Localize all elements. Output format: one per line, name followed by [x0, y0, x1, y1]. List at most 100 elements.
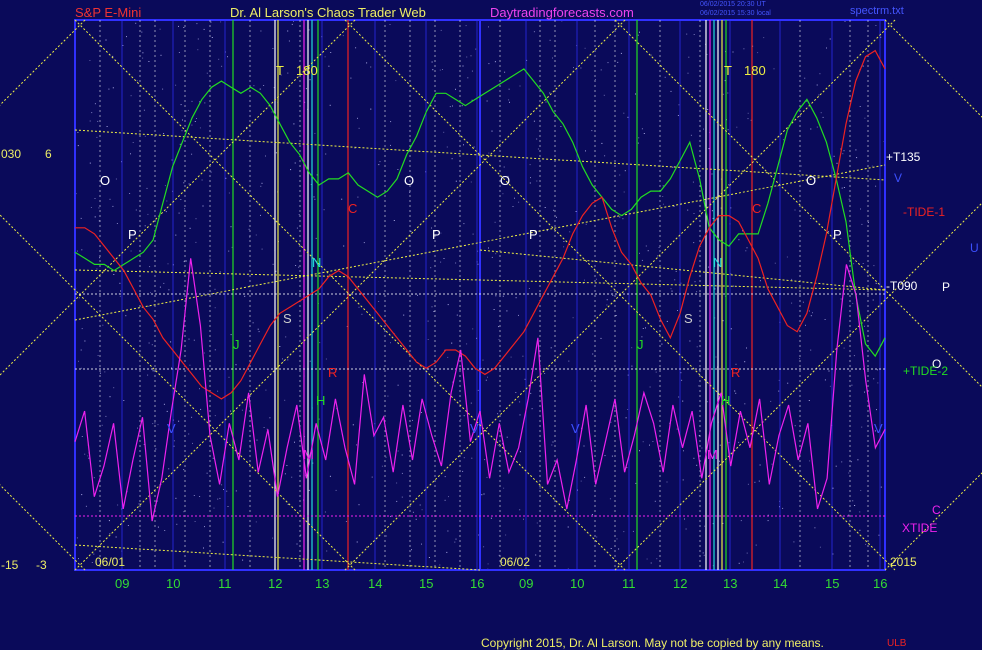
noise-dot — [115, 536, 117, 538]
noise-dot — [614, 407, 616, 409]
noise-dot — [444, 476, 446, 478]
noise-dot — [147, 374, 149, 376]
noise-dot — [386, 535, 387, 537]
noise-dot — [371, 476, 373, 478]
noise-dot — [715, 356, 717, 358]
noise-dot — [219, 271, 221, 273]
noise-dot — [256, 439, 258, 441]
noise-dot — [401, 472, 403, 474]
noise-dot — [130, 95, 132, 97]
noise-dot — [782, 507, 784, 509]
noise-dot — [463, 415, 465, 417]
noise-dot — [178, 52, 180, 53]
noise-dot — [502, 193, 504, 195]
noise-dot — [638, 137, 640, 139]
noise-dot — [670, 90, 672, 92]
noise-dot — [693, 242, 695, 244]
noise-dot — [214, 307, 216, 309]
noise-dot — [147, 213, 149, 215]
noise-dot — [261, 182, 263, 184]
noise-dot — [804, 77, 806, 79]
timestamp-ut: 06/02/2015 20:30 UT — [700, 1, 766, 8]
noise-dot — [545, 101, 547, 103]
noise-dot — [670, 288, 672, 290]
noise-dot — [214, 288, 216, 290]
noise-dot — [531, 408, 533, 410]
noise-dot — [855, 149, 857, 151]
noise-dot — [859, 106, 861, 107]
event-marker-s: S — [283, 311, 292, 326]
noise-dot — [760, 280, 761, 282]
noise-dot — [363, 242, 365, 244]
noise-dot — [409, 139, 411, 141]
noise-dot — [509, 101, 510, 103]
noise-dot — [601, 142, 603, 144]
noise-dot — [684, 518, 685, 520]
noise-dot — [217, 498, 219, 500]
noise-dot — [120, 290, 121, 292]
noise-dot — [217, 390, 219, 392]
event-marker-t: T — [276, 63, 284, 78]
noise-dot — [701, 447, 703, 449]
noise-dot — [91, 562, 93, 563]
noise-dot — [119, 295, 121, 297]
noise-dot — [178, 420, 180, 422]
noise-dot — [877, 382, 879, 384]
noise-dot — [757, 52, 759, 54]
noise-dot — [282, 360, 284, 362]
noise-dot — [242, 559, 244, 561]
noise-dot — [649, 386, 651, 388]
noise-dot — [431, 306, 433, 308]
noise-dot — [115, 178, 117, 180]
noise-dot — [396, 500, 398, 502]
noise-dot — [180, 199, 182, 200]
noise-dot — [378, 301, 380, 302]
noise-dot — [455, 538, 457, 540]
x-tick-label: 11 — [622, 576, 636, 591]
noise-dot — [596, 536, 598, 538]
noise-dot — [610, 290, 612, 292]
noise-dot — [135, 209, 137, 211]
noise-dot — [743, 561, 744, 563]
noise-dot — [104, 371, 106, 373]
noise-dot — [649, 444, 650, 446]
noise-dot — [544, 373, 546, 374]
noise-dot — [219, 497, 221, 499]
event-marker-j: J — [637, 337, 644, 352]
time-price-diagonal — [0, 214, 356, 571]
noise-dot — [159, 286, 161, 288]
noise-dot — [305, 88, 307, 90]
noise-dot — [535, 554, 537, 556]
noise-dot — [692, 181, 694, 183]
noise-dot — [472, 233, 474, 235]
noise-dot — [335, 489, 337, 491]
event-marker-h: H — [316, 393, 326, 408]
noise-dot — [719, 444, 721, 446]
noise-dot — [235, 490, 237, 492]
noise-dot — [101, 424, 103, 426]
noise-dot — [818, 94, 820, 96]
noise-dot — [193, 339, 195, 341]
noise-dot — [168, 468, 170, 470]
noise-dot — [293, 123, 295, 125]
noise-dot — [674, 279, 676, 281]
noise-dot — [698, 385, 699, 387]
noise-dot — [154, 422, 156, 424]
noise-dot — [603, 94, 605, 96]
noise-dot — [227, 56, 228, 58]
copyright: Copyright 2015, Dr. Al Larson. May not b… — [481, 636, 824, 650]
noise-dot — [488, 152, 490, 154]
event-marker-h: H — [721, 393, 731, 408]
noise-dot — [319, 342, 321, 344]
noise-dot — [463, 223, 465, 225]
noise-dot — [269, 417, 271, 419]
noise-dot — [191, 124, 193, 126]
noise-dot — [536, 138, 538, 140]
time-price-diagonal — [0, 484, 86, 571]
noise-dot — [703, 128, 704, 130]
noise-dot — [876, 409, 877, 411]
site-url[interactable]: Daytradingforecasts.com — [490, 6, 634, 19]
noise-dot — [485, 379, 487, 381]
noise-dot — [484, 459, 486, 461]
noise-dot — [183, 469, 185, 471]
